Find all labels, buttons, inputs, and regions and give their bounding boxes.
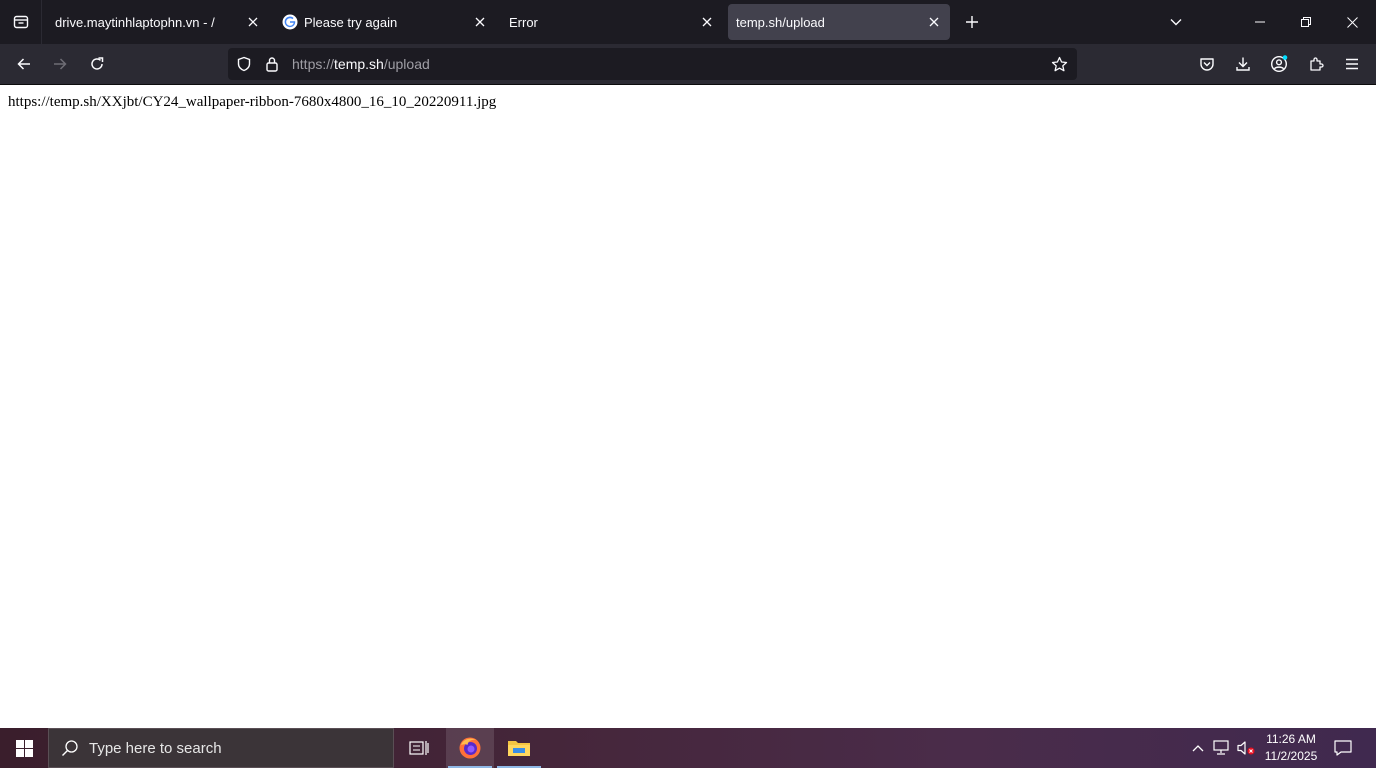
taskbar-file-explorer[interactable] [495, 728, 543, 768]
close-tab-button[interactable] [695, 10, 719, 34]
tab-temp-sh-upload[interactable]: temp.sh/upload [728, 4, 950, 40]
tab-drive[interactable]: drive.maytinhlaptophn.vn - / [47, 4, 269, 40]
folder-icon [508, 741, 530, 756]
arrow-right-icon [54, 58, 67, 70]
tab-title: temp.sh/upload [736, 14, 825, 30]
downloads-button[interactable] [1229, 50, 1257, 78]
star-icon [1051, 56, 1067, 71]
taskbar-clock[interactable]: 11:26 AM 11/2/2025 [1258, 731, 1324, 765]
url-bar[interactable]: https://temp.sh/upload [228, 48, 1077, 80]
taskbar-search-box[interactable]: Type here to search [48, 728, 394, 768]
url-path: /upload [383, 56, 430, 72]
pocket-icon [1200, 58, 1214, 71]
account-button[interactable] [1265, 50, 1293, 78]
taskbar-firefox[interactable] [446, 728, 494, 768]
close-window-button[interactable] [1329, 0, 1375, 44]
chevron-up-icon [1192, 745, 1204, 752]
close-tab-button[interactable] [241, 10, 265, 34]
upload-result-url[interactable]: https://temp.sh/XXjbt/CY24_wallpaper-rib… [8, 94, 1368, 111]
show-hidden-icons-button[interactable] [1187, 728, 1209, 768]
clock-date: 11/2/2025 [1264, 749, 1318, 763]
search-placeholder: Type here to search [89, 739, 222, 757]
task-view-button[interactable] [395, 728, 443, 768]
action-center-button[interactable] [1326, 728, 1360, 768]
search-icon [62, 740, 78, 756]
google-icon [282, 14, 298, 30]
close-tab-button[interactable] [468, 10, 492, 34]
bookmark-button[interactable] [1047, 52, 1071, 76]
restore-button[interactable] [1283, 0, 1329, 44]
reload-button[interactable] [83, 50, 111, 78]
lock-icon [266, 57, 278, 72]
chevron-down-icon [1170, 19, 1182, 26]
notification-icon [1334, 740, 1352, 756]
tracking-protection-button[interactable] [230, 56, 258, 72]
windows-taskbar: Type here to search 11:26 AM 11/2/2025 [0, 728, 1376, 768]
hamburger-menu-icon [1346, 58, 1358, 70]
close-icon [702, 17, 712, 27]
network-icon [1213, 740, 1229, 755]
firefox-view-icon [13, 15, 28, 29]
restore-icon [1301, 17, 1311, 27]
network-button[interactable] [1211, 728, 1233, 768]
tab-title: drive.maytinhlaptophn.vn - / [55, 14, 215, 30]
windows-logo-icon [15, 739, 33, 757]
minimize-button[interactable] [1237, 0, 1283, 44]
url-scheme: https:// [292, 56, 335, 72]
close-tab-button[interactable] [922, 10, 946, 34]
site-info-button[interactable] [258, 56, 286, 72]
app-menu-button[interactable] [1338, 50, 1366, 78]
firefox-icon [459, 737, 481, 759]
plus-icon [966, 16, 978, 28]
volume-button[interactable] [1235, 728, 1257, 768]
close-icon [929, 17, 939, 27]
list-all-tabs-button[interactable] [1164, 10, 1188, 34]
puzzle-icon [1310, 57, 1324, 71]
forward-button[interactable] [46, 50, 74, 78]
tab-title: Please try again [304, 14, 398, 30]
task-view-icon [409, 741, 429, 755]
close-icon [1346, 16, 1358, 28]
url-host: temp.sh [334, 56, 384, 72]
extensions-button[interactable] [1302, 50, 1330, 78]
clock-time: 11:26 AM [1266, 732, 1316, 746]
navigation-toolbar: https://temp.sh/upload [0, 44, 1376, 85]
tab-strip: drive.maytinhlaptophn.vn - / Please try … [0, 0, 1376, 44]
download-icon [1236, 57, 1250, 71]
tab-error[interactable]: Error [501, 4, 723, 40]
arrow-left-icon [17, 58, 30, 70]
reload-icon [91, 57, 104, 70]
firefox-view-button[interactable] [0, 0, 42, 44]
tab-title: Error [509, 14, 538, 30]
account-icon [1270, 55, 1288, 73]
shield-icon [237, 56, 251, 72]
pocket-button[interactable] [1193, 50, 1221, 78]
close-icon [248, 17, 258, 27]
back-button[interactable] [10, 50, 38, 78]
minimize-icon [1255, 21, 1265, 23]
close-icon [475, 17, 485, 27]
volume-muted-icon [1237, 741, 1255, 755]
start-button[interactable] [0, 728, 48, 768]
tab-please-try-again[interactable]: Please try again [274, 4, 496, 40]
new-tab-button[interactable] [960, 10, 984, 34]
page-content: https://temp.sh/XXjbt/CY24_wallpaper-rib… [0, 85, 1376, 728]
url-text: https://temp.sh/upload [292, 56, 430, 72]
